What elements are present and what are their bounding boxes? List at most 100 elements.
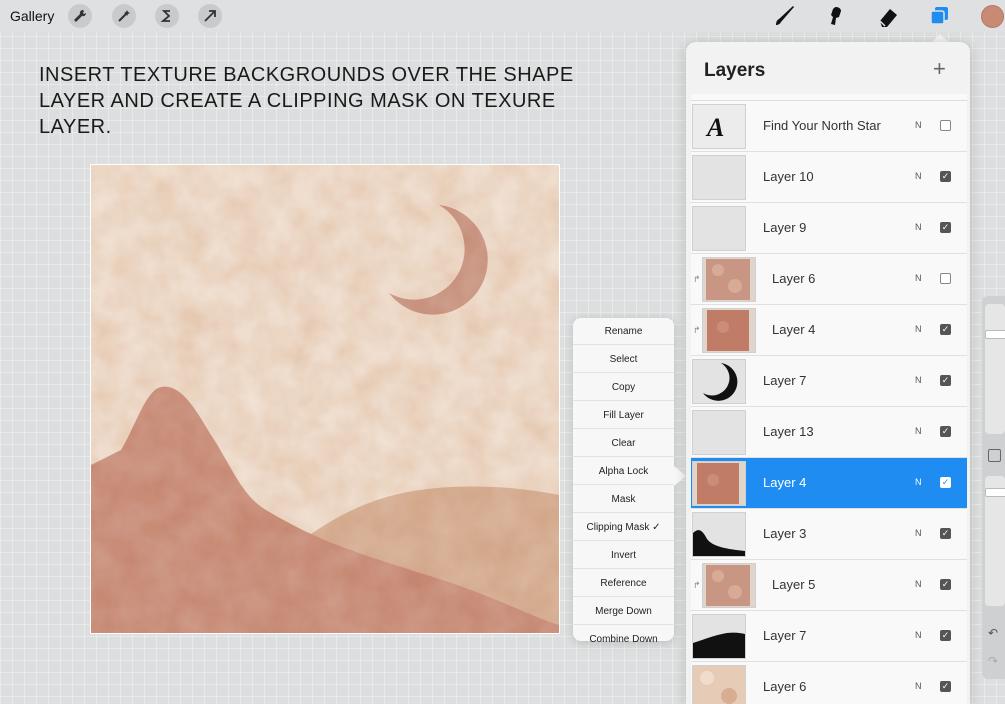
- redo-icon[interactable]: ↷: [988, 654, 998, 668]
- menu-item-merge-down[interactable]: Merge Down: [573, 598, 674, 625]
- layer-thumbnail[interactable]: [702, 257, 756, 302]
- menu-item-clear[interactable]: Clear: [573, 430, 674, 457]
- visibility-checkbox[interactable]: ✓: [940, 528, 951, 539]
- layer-name: Layer 9: [763, 220, 807, 235]
- blend-mode-button[interactable]: N: [915, 681, 922, 691]
- clipping-indicator-icon: ↱: [693, 580, 701, 590]
- layer-name: Layer 5: [772, 577, 816, 592]
- layer-thumbnail[interactable]: [702, 308, 756, 353]
- layer-thumbnail[interactable]: [692, 461, 746, 506]
- layer-row-layer-7[interactable]: Layer 7 N ✓: [691, 611, 967, 662]
- transform-arrow-icon[interactable]: [198, 4, 222, 28]
- visibility-checkbox[interactable]: [940, 120, 951, 131]
- blend-mode-button[interactable]: N: [915, 477, 922, 487]
- layer-thumbnail[interactable]: A: [692, 104, 746, 149]
- layer-thumbnail[interactable]: [692, 206, 746, 251]
- brush-size-knob[interactable]: [985, 330, 1005, 339]
- magic-wand-icon[interactable]: [112, 4, 136, 28]
- blend-mode-button[interactable]: N: [915, 120, 922, 130]
- menu-item-alpha-lock[interactable]: Alpha Lock: [573, 458, 674, 485]
- instruction-text: INSERT TEXTURE BACKGROUNDS OVER THE SHAP…: [39, 64, 574, 138]
- menu-item-reference[interactable]: Reference: [573, 570, 674, 597]
- layer-thumbnail[interactable]: [692, 155, 746, 200]
- menu-item-mask[interactable]: Mask: [573, 486, 674, 513]
- visibility-checkbox[interactable]: ✓: [940, 681, 951, 692]
- layer-thumbnail[interactable]: [692, 410, 746, 455]
- modify-button[interactable]: [988, 449, 1001, 462]
- blend-mode-button[interactable]: N: [915, 426, 922, 436]
- selection-icon[interactable]: [155, 4, 179, 28]
- menu-item-copy[interactable]: Copy: [573, 374, 674, 401]
- layer-name: Layer 6: [772, 271, 816, 286]
- layer-name: Layer 4: [772, 322, 816, 337]
- visibility-checkbox[interactable]: ✓: [940, 630, 951, 641]
- eraser-icon[interactable]: [876, 5, 900, 27]
- layer-row-layer-9[interactable]: Layer 9 N ✓: [691, 203, 967, 254]
- blend-mode-button[interactable]: N: [915, 273, 922, 283]
- layer-thumbnail[interactable]: [692, 614, 746, 659]
- menu-item-rename[interactable]: Rename: [573, 318, 674, 345]
- layer-name: Layer 10: [763, 169, 814, 184]
- visibility-checkbox[interactable]: ✓: [940, 579, 951, 590]
- layer-name: Layer 4: [763, 475, 807, 490]
- layer-row-layer-3[interactable]: Layer 3 N ✓: [691, 509, 967, 560]
- blend-mode-button[interactable]: N: [915, 528, 922, 538]
- gallery-button[interactable]: Gallery: [10, 8, 54, 24]
- artwork-canvas[interactable]: [90, 164, 560, 634]
- layers-panel: Layers + A Find Your North Star N Layer 10 N…: [686, 42, 970, 704]
- visibility-checkbox[interactable]: ✓: [940, 426, 951, 437]
- wrench-icon[interactable]: [68, 4, 92, 28]
- visibility-checkbox[interactable]: ✓: [940, 171, 951, 182]
- menu-item-combine-down[interactable]: Combine Down: [573, 626, 674, 652]
- clipping-indicator-icon: ↱: [693, 325, 701, 335]
- panel-title: Layers: [704, 60, 766, 81]
- visibility-checkbox[interactable]: [940, 273, 951, 284]
- blend-mode-button[interactable]: N: [915, 324, 922, 334]
- layer-thumbnail[interactable]: [692, 512, 746, 557]
- layer-row-layer-4[interactable]: ↱ Layer 4 N ✓: [691, 305, 967, 356]
- layer-thumbnail[interactable]: [692, 665, 746, 704]
- blend-mode-button[interactable]: N: [915, 375, 922, 385]
- layer-row-layer-13[interactable]: Layer 13 N ✓: [691, 407, 967, 458]
- opacity-knob[interactable]: [985, 488, 1005, 497]
- layers-icon[interactable]: [928, 5, 952, 27]
- visibility-checkbox[interactable]: ✓: [940, 375, 951, 386]
- layer-row-layer-6[interactable]: Layer 6 N ✓: [691, 662, 967, 704]
- artwork-illustration: [91, 165, 559, 633]
- layer-list: A Find Your North Star N Layer 10 N ✓ Layer 9 N…: [691, 94, 967, 704]
- layer-name: Layer 6: [763, 679, 807, 694]
- layer-thumbnail[interactable]: [702, 563, 756, 608]
- brush-sidebar: ↶ ↷: [982, 296, 1005, 679]
- add-layer-button[interactable]: +: [933, 56, 946, 82]
- blend-mode-button[interactable]: N: [915, 222, 922, 232]
- layer-thumbnail[interactable]: [692, 359, 746, 404]
- layer-row-layer-10[interactable]: Layer 10 N ✓: [691, 152, 967, 203]
- layer-row-layer-4[interactable]: Layer 4 N ✓: [691, 458, 967, 509]
- layer-name: Layer 13: [763, 424, 814, 439]
- menu-item-invert[interactable]: Invert: [573, 542, 674, 569]
- menu-item-fill-layer[interactable]: Fill Layer: [573, 402, 674, 429]
- blend-mode-button[interactable]: N: [915, 171, 922, 181]
- visibility-checkbox[interactable]: ✓: [940, 477, 951, 488]
- blend-mode-button[interactable]: N: [915, 579, 922, 589]
- brush-icon[interactable]: [773, 5, 797, 27]
- layer-row-layer-5[interactable]: ↱ Layer 5 N ✓: [691, 560, 967, 611]
- blend-mode-button[interactable]: N: [915, 630, 922, 640]
- layer-row-layer-7[interactable]: Layer 7 N ✓: [691, 356, 967, 407]
- undo-icon[interactable]: ↶: [988, 626, 998, 640]
- partial-layer-row: [691, 94, 967, 101]
- menu-item-select[interactable]: Select: [573, 346, 674, 373]
- layer-row-find-your-north-star[interactable]: A Find Your North Star N: [691, 101, 967, 152]
- brush-size-slider[interactable]: [985, 304, 1005, 434]
- layer-row-layer-6[interactable]: ↱ Layer 6 N: [691, 254, 967, 305]
- visibility-checkbox[interactable]: ✓: [940, 324, 951, 335]
- clipping-indicator-icon: ↱: [693, 274, 701, 284]
- smudge-icon[interactable]: [824, 5, 848, 27]
- layer-options-menu: Rename Select Copy Fill Layer Clear Alph…: [573, 318, 674, 645]
- color-picker-swatch[interactable]: [981, 5, 1004, 28]
- layer-name: Layer 7: [763, 373, 807, 388]
- top-toolbar: Gallery: [0, 0, 1005, 32]
- menu-item-clipping-mask[interactable]: Clipping Mask ✓: [573, 514, 674, 541]
- layer-name: Find Your North Star: [763, 118, 881, 133]
- visibility-checkbox[interactable]: ✓: [940, 222, 951, 233]
